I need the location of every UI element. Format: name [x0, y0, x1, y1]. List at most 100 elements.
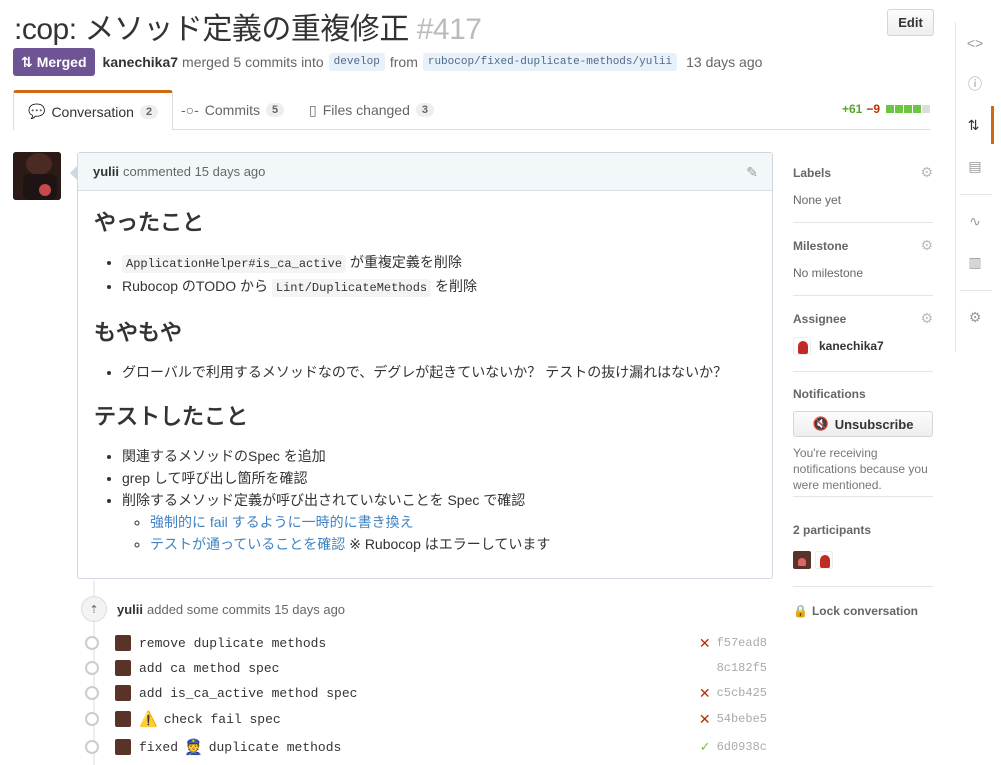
- list-item: 削除するメソッド定義が呼び出されていないことを Spec で確認 強制的に fa…: [122, 489, 756, 555]
- commit-title[interactable]: add is_ca_active method spec: [139, 686, 357, 701]
- commit-message[interactable]: add is_ca_active method spec: [139, 686, 357, 701]
- tab-files-changed[interactable]: ▯ Files changed 3: [295, 90, 448, 130]
- unsubscribe-label: Unsubscribe: [834, 416, 914, 432]
- success-icon[interactable]: ✓: [700, 739, 711, 755]
- unsubscribe-button[interactable]: 🔇 Unsubscribe: [793, 411, 933, 437]
- assignee[interactable]: kanechika7: [793, 337, 933, 355]
- commit-title[interactable]: add ca method spec: [139, 661, 279, 676]
- milestone-title: Milestone: [793, 238, 849, 253]
- comment-author[interactable]: yulii: [93, 164, 119, 179]
- gear-icon[interactable]: ⚙: [920, 310, 933, 327]
- milestone-section: Milestone ⚙ No milestone: [793, 237, 933, 296]
- comment: yulii commented 15 days ago ✎ やったこと Appl…: [70, 152, 773, 579]
- commit-link[interactable]: テストが通っていることを確認: [150, 536, 345, 552]
- commit-sha[interactable]: f57ead8: [717, 636, 767, 650]
- tab-label: Conversation: [51, 103, 134, 120]
- commit-message[interactable]: remove duplicate methods: [139, 636, 326, 651]
- status-label: Merged: [36, 54, 87, 70]
- lock-icon: 🔒: [793, 604, 808, 618]
- avatar[interactable]: [115, 711, 131, 727]
- notifications-reason: You're receiving notifications because y…: [793, 446, 928, 492]
- commit-meta: ✕ 54bebe5: [699, 711, 767, 728]
- test-list: 関連するメソッドのSpec を追加 grep して呼び出し箇所を確認 削除するメ…: [122, 445, 756, 555]
- commit-message[interactable]: ⚠️ check fail spec: [139, 710, 281, 729]
- commit-link[interactable]: 強制的に fail するように一時的に書き換え: [150, 514, 414, 530]
- gear-icon[interactable]: ⚙: [920, 164, 933, 181]
- tab-commits[interactable]: -○- Commits 5: [167, 90, 298, 130]
- assignee-name: kanechika7: [819, 339, 884, 353]
- commit-title-rest[interactable]: duplicate methods: [209, 740, 342, 755]
- list-item: 関連するメソッドのSpec を追加: [122, 445, 756, 467]
- list-item: grep して呼び出し箇所を確認: [122, 467, 756, 489]
- list-text: を削除: [435, 278, 478, 294]
- pr-meta: ⇅ Merged kanechika7 merged 5 commits int…: [13, 48, 762, 76]
- failure-icon[interactable]: ✕: [699, 711, 711, 728]
- code-icon[interactable]: <>: [956, 24, 994, 62]
- diffstat-block: [895, 105, 903, 113]
- comment-time[interactable]: 15 days ago: [195, 164, 266, 179]
- labels-header[interactable]: Labels ⚙: [793, 164, 933, 181]
- lock-label: Lock conversation: [811, 604, 918, 618]
- event-author[interactable]: yulii: [117, 602, 143, 617]
- pulse-icon[interactable]: ∿: [956, 202, 994, 240]
- commit-sha[interactable]: c5cb425: [717, 686, 767, 700]
- commit-row: add ca method spec 8c182f5: [85, 657, 767, 679]
- milestone-header[interactable]: Milestone ⚙: [793, 237, 933, 254]
- warning-icon: ⚠️: [139, 711, 158, 729]
- commit-sha[interactable]: 54bebe5: [717, 712, 767, 726]
- nav-divider: [960, 290, 992, 291]
- diffstat-block: [922, 105, 930, 113]
- additions-count: +61: [841, 102, 863, 116]
- participant-avatars: [793, 551, 933, 569]
- commit-title[interactable]: remove duplicate methods: [139, 636, 326, 651]
- avatar[interactable]: [793, 551, 811, 569]
- commit-message[interactable]: add ca method spec: [139, 661, 279, 676]
- tab-label: Files changed: [322, 102, 410, 118]
- head-branch[interactable]: rubocop/fixed-duplicate-methods/yulii: [422, 53, 678, 71]
- list-item: テストが通っていることを確認 ※ Rubocop はエラーしています: [150, 533, 756, 555]
- issues-icon[interactable]: ⓘ: [956, 65, 994, 103]
- failure-icon[interactable]: ✕: [699, 685, 711, 702]
- labels-value: None yet: [793, 193, 842, 207]
- commit-node-icon: [85, 636, 99, 650]
- done-list: ApplicationHelper#is_ca_active が重複定義を削除 …: [122, 251, 756, 299]
- avatar[interactable]: [115, 660, 131, 676]
- merger-link[interactable]: kanechika7: [103, 54, 179, 70]
- commit-meta: ✓ 6d0938c: [700, 739, 767, 755]
- avatar[interactable]: [815, 551, 833, 569]
- avatar[interactable]: [115, 685, 131, 701]
- list-item: 強制的に fail するように一時的に書き換え: [150, 511, 756, 533]
- pencil-icon[interactable]: ✎: [746, 164, 758, 181]
- avatar-image: [13, 152, 61, 200]
- commit-title[interactable]: check fail spec: [164, 712, 281, 727]
- commit-icon: -○-: [181, 102, 199, 118]
- pull-requests-icon[interactable]: ⇅: [956, 106, 994, 144]
- assignee-title: Assignee: [793, 311, 847, 326]
- police-officer-icon: 👮: [184, 739, 203, 757]
- assignee-header[interactable]: Assignee ⚙: [793, 310, 933, 327]
- commit-message[interactable]: fixed 👮 duplicate methods: [139, 738, 341, 757]
- lock-conversation-link[interactable]: 🔒 Lock conversation: [793, 604, 918, 618]
- tab-conversation[interactable]: 💬 Conversation 2: [13, 90, 174, 131]
- event-time: 15 days ago: [274, 601, 346, 617]
- base-branch[interactable]: develop: [328, 53, 385, 71]
- avatar[interactable]: [115, 739, 131, 755]
- merge-action-text: merged 5 commits into: [182, 54, 324, 70]
- commit-sha[interactable]: 8c182f5: [717, 661, 767, 675]
- wiki-icon[interactable]: ▤: [956, 147, 994, 185]
- heading-concerns: もやもや: [94, 321, 183, 346]
- settings-icon[interactable]: ⚙: [956, 298, 994, 336]
- commit-node-icon: [85, 661, 99, 675]
- participants-section: 2 participants: [793, 523, 933, 587]
- edit-button[interactable]: Edit: [887, 9, 934, 36]
- failure-icon[interactable]: ✕: [699, 635, 711, 652]
- graphs-icon[interactable]: ▥: [956, 243, 994, 281]
- avatar[interactable]: [115, 635, 131, 651]
- gear-icon[interactable]: ⚙: [920, 237, 933, 254]
- commit-sha[interactable]: 6d0938c: [717, 740, 767, 754]
- commit-title[interactable]: fixed: [139, 740, 178, 755]
- avatar[interactable]: [13, 152, 61, 200]
- heading-done: やったこと: [94, 211, 205, 236]
- diffstat[interactable]: +61 −9: [842, 102, 930, 116]
- list-item: ApplicationHelper#is_ca_active が重複定義を削除: [122, 251, 756, 275]
